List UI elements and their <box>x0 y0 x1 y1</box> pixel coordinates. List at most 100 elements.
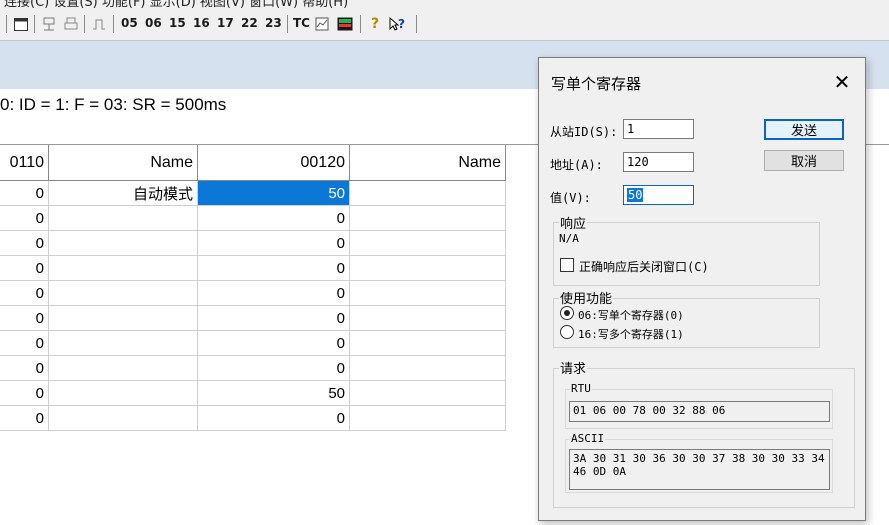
grid-cell[interactable]: 0 <box>198 281 350 306</box>
monitor-icon[interactable] <box>335 13 355 35</box>
grid-cell[interactable] <box>49 331 198 356</box>
column-header[interactable]: 0110 <box>0 145 49 181</box>
option-16-label[interactable]: 16:写多个寄存器(1) <box>578 326 684 342</box>
print-icon[interactable] <box>62 13 80 35</box>
rtu-label: RTU <box>570 382 592 395</box>
value-field-selected-text: 50 <box>627 188 644 202</box>
grid-cell[interactable]: 0 <box>0 256 49 281</box>
toolbar-separator <box>84 15 85 33</box>
request-group-label: 请求 <box>559 358 588 377</box>
grid-cell[interactable] <box>49 206 198 231</box>
option-06-radio[interactable] <box>560 306 574 320</box>
grid-cell[interactable] <box>350 281 506 306</box>
column-header[interactable]: Name <box>350 145 506 181</box>
dialog-title: 写单个寄存器 <box>551 75 642 93</box>
tc-button[interactable]: TC <box>293 16 310 30</box>
toolbar-separator <box>287 15 288 33</box>
grid-cell[interactable] <box>350 406 506 431</box>
grid-cell[interactable] <box>350 231 506 256</box>
grid-cell[interactable] <box>350 331 506 356</box>
cancel-button[interactable]: 取消 <box>764 150 844 171</box>
address-label: 地址(A): <box>550 158 603 172</box>
function-group-label: 使用功能 <box>559 288 614 307</box>
grid-cell[interactable]: 0 <box>198 331 350 356</box>
toolbar-separator <box>360 15 361 33</box>
grid-cell[interactable] <box>350 356 506 381</box>
pulse-icon[interactable] <box>90 13 108 35</box>
grid-cell[interactable] <box>350 381 506 406</box>
fc-15-button[interactable]: 15 <box>169 16 186 30</box>
grid-cell[interactable] <box>49 231 198 256</box>
fc-17-button[interactable]: 17 <box>217 16 234 30</box>
help-glyph: ? <box>370 16 380 32</box>
grid-cell[interactable] <box>350 206 506 231</box>
column-header[interactable]: 00120 <box>198 145 350 181</box>
grid-cell[interactable] <box>49 281 198 306</box>
slave-id-field[interactable]: 1 <box>623 119 694 139</box>
slave-id-label: 从站ID(S): <box>550 125 618 139</box>
grid-cell[interactable]: 0 <box>198 231 350 256</box>
grid-cell[interactable]: 0 <box>198 206 350 231</box>
toolbar-separator <box>34 15 35 33</box>
grid-cell[interactable] <box>350 256 506 281</box>
grid-cell[interactable]: 0 <box>0 231 49 256</box>
grid-cell[interactable] <box>350 306 506 331</box>
grid-cell[interactable]: 0 <box>0 406 49 431</box>
grid-cell[interactable] <box>350 181 506 206</box>
close-on-response-checkbox[interactable] <box>560 258 574 272</box>
value-label: 值(V): <box>550 191 591 205</box>
response-group <box>553 222 820 286</box>
toolbar: 05 06 15 16 17 22 23 TC ? ? <box>0 10 889 41</box>
fc-06-button[interactable]: 06 <box>145 16 162 30</box>
value-field[interactable]: 50 <box>623 185 694 205</box>
grid-cell[interactable]: 0 <box>0 356 49 381</box>
grid-cell[interactable]: 0 <box>198 406 350 431</box>
grid-cell[interactable]: 0 <box>0 306 49 331</box>
toolbar-separator <box>113 15 114 33</box>
grid-cell[interactable] <box>49 306 198 331</box>
grid-cell[interactable]: 50 <box>198 181 350 206</box>
menu-bar-text[interactable]: 连接(C) 设置(S) 功能(F) 显示(D) 视图(V) 窗口(W) 帮助(H… <box>4 0 348 10</box>
help-icon[interactable]: ? <box>366 13 384 35</box>
ascii-value-field[interactable]: 3A 30 31 30 36 30 30 37 38 30 30 33 34 4… <box>569 449 830 490</box>
close-icon[interactable]: ✕ <box>828 68 856 96</box>
fc-23-button[interactable]: 23 <box>265 16 282 30</box>
grid-cell[interactable]: 0 <box>198 306 350 331</box>
send-button[interactable]: 发送 <box>764 119 844 140</box>
rtu-value-field[interactable]: 01 06 00 78 00 32 88 06 <box>569 401 830 422</box>
menu-bar: 连接(C) 设置(S) 功能(F) 显示(D) 视图(V) 窗口(W) 帮助(H… <box>0 0 889 10</box>
fc-16-button[interactable]: 16 <box>193 16 210 30</box>
chart-icon[interactable] <box>313 13 331 35</box>
response-group-label: 响应 <box>559 213 588 232</box>
window-icon[interactable] <box>12 13 30 35</box>
grid-cell[interactable]: 0 <box>0 206 49 231</box>
column-header[interactable]: Name <box>49 145 198 181</box>
option-06-label[interactable]: 06:写单个寄存器(0) <box>578 307 684 323</box>
grid-cell[interactable]: 0 <box>0 381 49 406</box>
ascii-label: ASCII <box>570 432 606 445</box>
fc-05-button[interactable]: 05 <box>121 16 138 30</box>
grid-cell[interactable] <box>49 356 198 381</box>
context-help-icon[interactable]: ? <box>386 13 408 35</box>
grid-cell[interactable] <box>49 381 198 406</box>
grid-cell[interactable]: 50 <box>198 381 350 406</box>
context-help-glyph: ? <box>398 17 405 31</box>
grid-cell[interactable] <box>49 406 198 431</box>
toolbar-separator <box>416 15 417 33</box>
connect-icon[interactable] <box>40 13 58 35</box>
grid-cell[interactable] <box>49 256 198 281</box>
close-on-response-label[interactable]: 正确响应后关闭窗口(C) <box>579 258 709 275</box>
fc-22-button[interactable]: 22 <box>241 16 258 30</box>
write-single-register-dialog: 写单个寄存器 ✕ 从站ID(S): 1 地址(A): 120 值(V): 50 … <box>538 57 866 521</box>
grid-cell[interactable]: 0 <box>198 356 350 381</box>
address-field[interactable]: 120 <box>623 152 694 172</box>
toolbar-separator <box>6 15 7 33</box>
grid-cell[interactable]: 0 <box>198 256 350 281</box>
grid-cell[interactable]: 自动模式 <box>49 181 198 206</box>
response-text: N/A <box>559 232 579 245</box>
grid-cell[interactable]: 0 <box>0 331 49 356</box>
poll-status-text: 0: ID = 1: F = 03: SR = 500ms <box>0 95 227 114</box>
grid-cell[interactable]: 0 <box>0 181 49 206</box>
grid-cell[interactable]: 0 <box>0 281 49 306</box>
option-16-radio[interactable] <box>560 325 574 339</box>
